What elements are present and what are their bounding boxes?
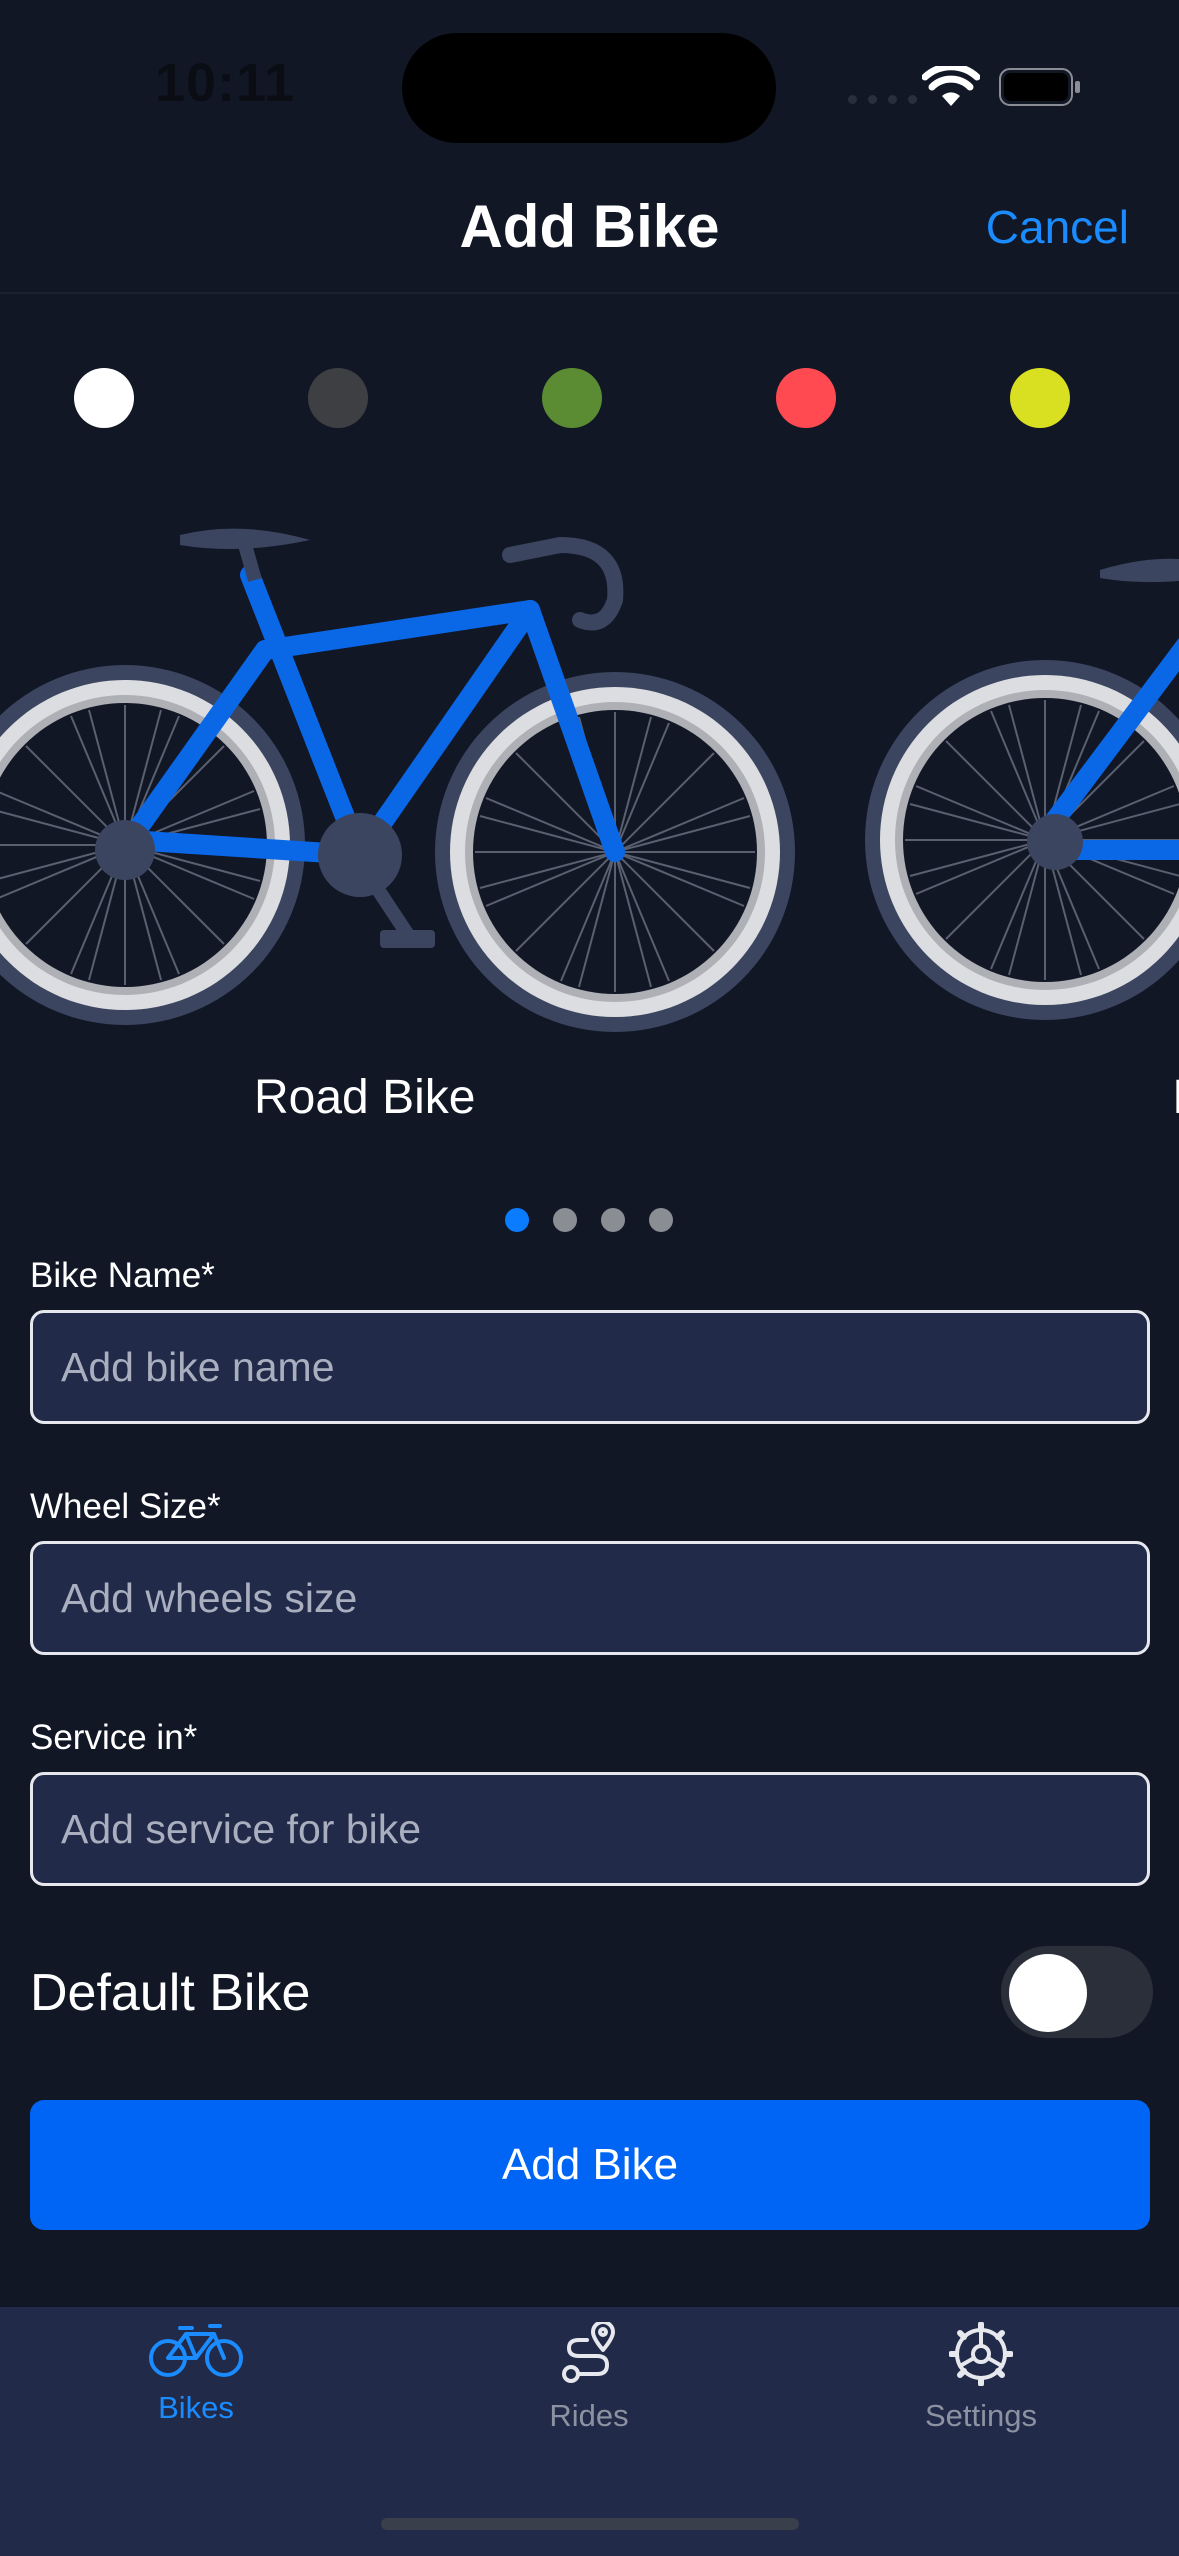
tab-bikes-label: Bikes: [158, 2390, 234, 2425]
carousel-page-indicator: [505, 1208, 673, 1232]
default-bike-label: Default Bike: [30, 1964, 311, 2022]
bike-type-label: Road Bike: [254, 1071, 476, 1124]
toggle-knob: [1009, 1954, 1087, 2032]
bike-name-input[interactable]: [30, 1310, 1150, 1424]
color-swatch-red[interactable]: [776, 368, 836, 428]
route-icon: [562, 2322, 615, 2383]
wheel-size-input[interactable]: [30, 1541, 1150, 1655]
nav-divider: [0, 292, 1179, 294]
bicycle-icon: [149, 2324, 243, 2377]
home-indicator: [381, 2518, 799, 2530]
bike-name-label: Bike Name*: [30, 1256, 215, 1295]
color-swatch-gray[interactable]: [308, 368, 368, 428]
service-input[interactable]: [30, 1772, 1150, 1886]
dynamic-island: [402, 33, 776, 143]
page-dot-2[interactable]: [553, 1208, 577, 1232]
page-dot-4[interactable]: [649, 1208, 673, 1232]
next-bike-type-label-clipped: I: [1172, 1071, 1179, 1124]
cancel-button[interactable]: Cancel: [986, 200, 1129, 254]
color-swatch-white[interactable]: [74, 368, 134, 428]
tab-settings-label: Settings: [924, 2398, 1037, 2433]
bike-carousel[interactable]: [0, 500, 1179, 1060]
wheel-size-label: Wheel Size*: [30, 1487, 221, 1526]
tab-settings[interactable]: Settings: [831, 2322, 1131, 2434]
battery-icon: [999, 68, 1080, 106]
gear-icon: [949, 2322, 1013, 2386]
road-bike-illustration: [0, 528, 796, 1033]
page-dot-3[interactable]: [601, 1208, 625, 1232]
add-bike-button[interactable]: Add Bike: [30, 2100, 1150, 2230]
default-bike-toggle[interactable]: [1001, 1946, 1153, 2038]
status-time: 10:11: [155, 53, 296, 113]
tab-rides[interactable]: Rides: [439, 2322, 739, 2434]
color-swatch-yellow[interactable]: [1010, 368, 1070, 428]
tab-rides-label: Rides: [549, 2398, 629, 2433]
cellular-signal-icon: [848, 95, 917, 104]
tab-bikes[interactable]: Bikes: [46, 2322, 346, 2426]
next-bike-illustration: [864, 558, 1179, 1021]
service-label: Service in*: [30, 1718, 198, 1757]
wifi-icon: [922, 66, 980, 106]
color-swatch-green[interactable]: [542, 368, 602, 428]
page-dot-1[interactable]: [505, 1208, 529, 1232]
